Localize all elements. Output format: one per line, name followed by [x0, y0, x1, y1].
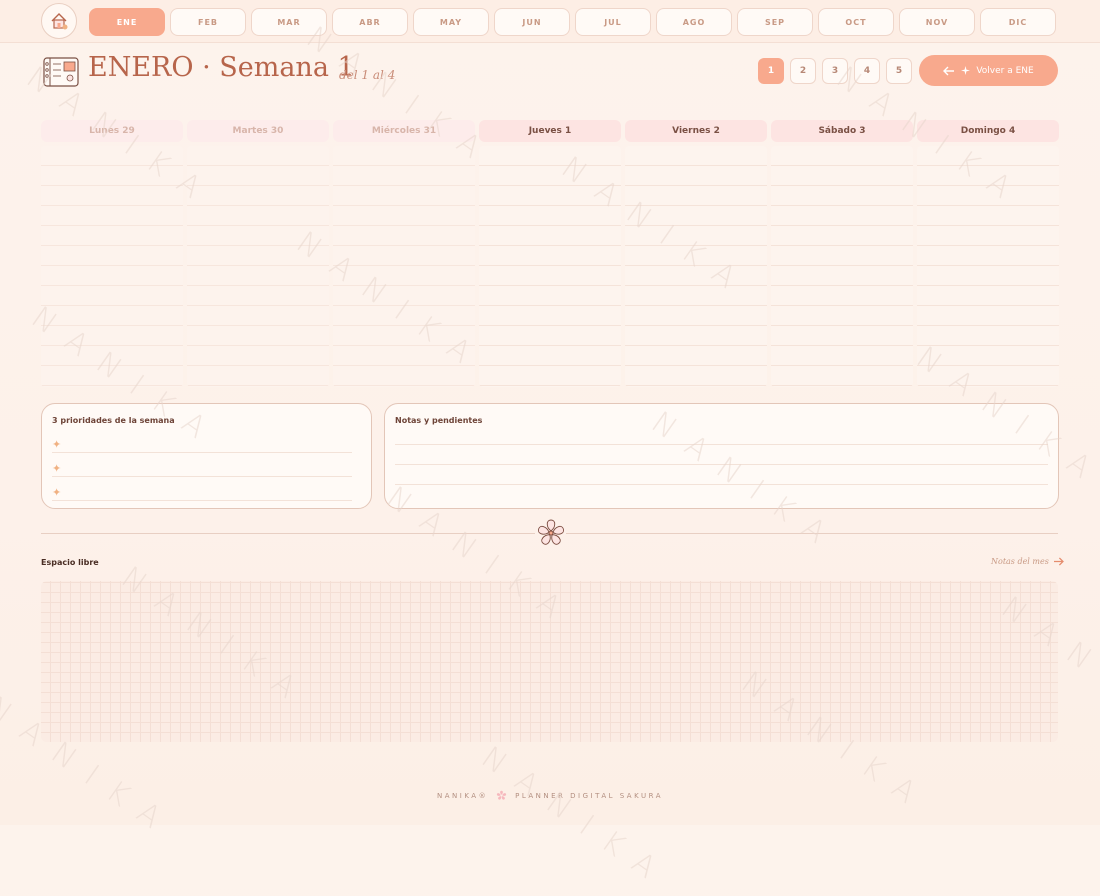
month-tab-may[interactable]: MAY: [413, 8, 489, 36]
day-column: Martes 30: [187, 120, 329, 387]
free-space-label: Espacio libre: [41, 558, 99, 567]
month-tab-jun[interactable]: JUN: [494, 8, 570, 36]
month-tab-ago[interactable]: AGO: [656, 8, 732, 36]
week-button-1[interactable]: 1: [758, 58, 784, 84]
home-button[interactable]: [41, 3, 77, 39]
day-column: Miércoles 31: [333, 120, 475, 387]
priority-item[interactable]: ✦: [52, 436, 352, 453]
footer-text: PLANNER DIGITAL SAKURA: [515, 791, 663, 800]
month-tab-nov[interactable]: NOV: [899, 8, 975, 36]
day-notes-area[interactable]: [333, 146, 475, 387]
month-tab-jul[interactable]: JUL: [575, 8, 651, 36]
month-tab-ene[interactable]: ENE: [89, 8, 165, 36]
day-notes-area[interactable]: [625, 146, 767, 387]
day-notes-area[interactable]: [41, 146, 183, 387]
week-button-3[interactable]: 3: [822, 58, 848, 84]
day-notes-area[interactable]: [479, 146, 621, 387]
priority-item[interactable]: ✦: [52, 460, 352, 477]
priority-item[interactable]: ✦: [52, 484, 352, 501]
week-button-4[interactable]: 4: [854, 58, 880, 84]
day-column: Viernes 2: [625, 120, 767, 387]
month-tab-oct[interactable]: OCT: [818, 8, 894, 36]
notes-title: Notas y pendientes: [395, 416, 483, 425]
month-notes-link[interactable]: Notas del mes: [991, 557, 1064, 566]
footer: NANIKA® PLANNER DIGITAL SAKURA: [0, 790, 1100, 801]
month-tab-feb[interactable]: FEB: [170, 8, 246, 36]
footer-brand: NANIKA®: [437, 791, 489, 800]
week-range: del 1 al 4: [339, 68, 396, 82]
sparkle-icon: [961, 66, 971, 75]
day-header: Sábado 3: [771, 120, 913, 142]
month-tab-dic[interactable]: DIC: [980, 8, 1056, 36]
arrow-right-icon: [1053, 557, 1064, 566]
watermark: NANIKA: [474, 740, 677, 896]
priorities-panel: 3 prioridades de la semana ✦ ✦ ✦: [41, 403, 372, 509]
day-column: Sábado 3: [771, 120, 913, 387]
notes-panel[interactable]: Notas y pendientes: [384, 403, 1059, 509]
note-line: [395, 464, 1048, 465]
divider: [41, 533, 535, 534]
back-button-label: Volver a ENE: [976, 65, 1034, 76]
month-tab-sep[interactable]: SEP: [737, 8, 813, 36]
sparkle-icon: ✦: [52, 461, 62, 475]
day-notes-area[interactable]: [917, 146, 1059, 387]
day-column: Domingo 4: [917, 120, 1059, 387]
day-notes-area[interactable]: [771, 146, 913, 387]
month-notes-label: Notas del mes: [991, 557, 1049, 566]
back-to-month-button[interactable]: Volver a ENE: [919, 55, 1058, 86]
sparkle-icon: ✦: [52, 437, 62, 451]
day-header: Lunes 29: [41, 120, 183, 142]
day-column: Jueves 1: [479, 120, 621, 387]
sparkle-icon: ✦: [52, 485, 62, 499]
week-button-2[interactable]: 2: [790, 58, 816, 84]
week-button-5[interactable]: 5: [886, 58, 912, 84]
divider: [566, 533, 1058, 534]
week-selector: 12345: [758, 58, 912, 84]
planner-icon: [43, 57, 79, 87]
month-tab-mar[interactable]: MAR: [251, 8, 327, 36]
arrow-left-icon: [943, 66, 955, 75]
free-space-grid[interactable]: [41, 581, 1058, 742]
note-line: [395, 444, 1048, 445]
house-icon: [51, 13, 68, 30]
note-line: [395, 484, 1048, 485]
day-header: Martes 30: [187, 120, 329, 142]
day-header: Miércoles 31: [333, 120, 475, 142]
month-nav-bar: ENE FEB MAR ABR MAY JUN JUL AGO SEP OCT NOV DIC: [0, 0, 1100, 43]
page-title: ENERO · Semana 1: [88, 52, 355, 83]
week-days-grid: Lunes 29 Martes 30 Miércoles 31 Jueves 1 Vie…: [41, 120, 1059, 387]
blossom-icon: [496, 790, 507, 800]
day-column: Lunes 29: [41, 120, 183, 387]
month-tabs: ENE FEB MAR ABR MAY JUN JUL AGO SEP OCT NOV DIC: [89, 8, 1056, 36]
month-tab-abr[interactable]: ABR: [332, 8, 408, 36]
day-header: Domingo 4: [917, 120, 1059, 142]
day-notes-area[interactable]: [187, 146, 329, 387]
day-header: Jueves 1: [479, 120, 621, 142]
day-header: Viernes 2: [625, 120, 767, 142]
sakura-icon: [537, 519, 565, 545]
priorities-title: 3 prioridades de la semana: [52, 416, 175, 425]
